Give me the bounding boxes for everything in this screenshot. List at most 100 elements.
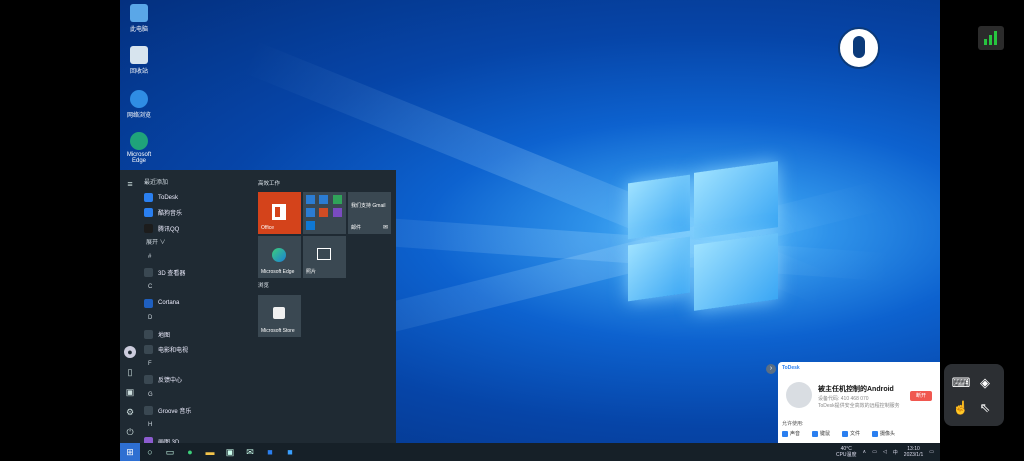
disconnect-button[interactable]: 断开 [910, 391, 932, 401]
mail-taskbar-icon[interactable]: ✉ [240, 443, 260, 461]
permission-item[interactable]: 摄像头 [872, 430, 895, 437]
clock[interactable]: 13:10 2023/1/1 [904, 446, 923, 458]
app-icon [144, 344, 153, 354]
edge-taskbar-icon[interactable]: ● [180, 443, 200, 461]
checkbox[interactable] [872, 430, 879, 437]
power-icon[interactable]: ⏻ [124, 426, 136, 438]
volume-icon[interactable]: ◁ [883, 449, 887, 455]
app-list: 最近添加 ToDesk 酷狗音乐腾讯QQ 展开 ∨ #3D 查看器 C Cortana… [144, 176, 254, 449]
pictures-icon[interactable]: ▣ [124, 386, 136, 398]
tile-label: Office [261, 225, 274, 231]
edge-tile[interactable]: Microsoft Edge [258, 236, 301, 278]
recent-app[interactable]: ToDesk [144, 190, 254, 205]
collapse-button[interactable]: › [766, 364, 776, 374]
store-taskbar-icon[interactable]: ▣ [220, 443, 240, 461]
gmail-tile[interactable]: 我们支持 Gmail 邮件 ✉ [348, 192, 391, 234]
ime-icon[interactable]: 中 [893, 449, 898, 456]
mouse-icon [853, 36, 865, 58]
keyboard-icon[interactable]: ⌨ [950, 372, 972, 394]
office-tile[interactable]: Office [258, 192, 301, 234]
kugou-icon[interactable]: ■ [260, 443, 280, 461]
signal-indicator[interactable] [978, 26, 1004, 50]
avatar [786, 382, 812, 408]
hamburger-icon[interactable]: ≡ [124, 178, 136, 190]
recycle-bin-icon[interactable]: 回收站 [122, 46, 156, 75]
tile-text: 我们支持 Gmail [351, 203, 386, 209]
settings-icon[interactable]: ⚙ [124, 406, 136, 418]
user-icon[interactable]: ● [124, 346, 136, 358]
document-icon[interactable]: ▯ [124, 366, 136, 378]
edge-icon[interactable]: Microsoft Edge [122, 132, 156, 164]
tile-group-title: 浏览 [258, 283, 270, 289]
app-list-item[interactable]: 3D 查看器 [144, 265, 254, 280]
permissions-label: 允许使用: [782, 421, 804, 427]
section-letter[interactable]: H [144, 418, 254, 433]
desktop-icon-label: Microsoft Edge [126, 152, 152, 164]
recent-app[interactable]: 酷狗音乐 [144, 205, 254, 220]
todesk-taskbar-icon[interactable]: ■ [280, 443, 300, 461]
app-list-item[interactable]: Cortana [144, 296, 254, 311]
app-list-item[interactable]: 地图 [144, 326, 254, 341]
permission-item[interactable]: 声音 [782, 430, 800, 437]
start-rail: ≡ ● ▯ ▣ ⚙ ⏻ [120, 170, 140, 443]
permission-item[interactable]: 键鼠 [812, 430, 830, 437]
checkbox[interactable] [812, 430, 819, 437]
chevron-up-icon[interactable]: ∧ [863, 449, 867, 455]
screen: 此电脑 回收站 网络浏览 Microsoft Edge ≡ ● ▯ ▣ ⚙ ⏻ … [0, 0, 1024, 461]
store-icon [273, 307, 285, 319]
permission-item[interactable]: 文件 [842, 430, 860, 437]
app-label: Groove 音乐 [158, 409, 192, 415]
system-tray: 40°C CPU温度 ∧ ▭ ◁ 中 13:10 2023/1/1 ▭ [836, 443, 934, 461]
app-list-item[interactable]: Groove 音乐 [144, 403, 254, 418]
app-icon [144, 298, 153, 308]
checkbox[interactable] [842, 430, 849, 437]
app-icon [144, 193, 153, 203]
checkbox[interactable] [782, 430, 788, 437]
app-icon [144, 329, 153, 339]
touch-mode-icon[interactable]: ☝ [950, 397, 972, 419]
expand-toggle[interactable]: 展开 ∨ [144, 236, 254, 250]
start-menu: ≡ ● ▯ ▣ ⚙ ⏻ 最近添加 ToDesk 酷狗音乐腾讯QQ 展开 ∨ #3D… [120, 170, 396, 446]
section-letter[interactable]: G [144, 388, 254, 403]
recent-title: 最近添加 [144, 180, 169, 186]
mouse-mode-button[interactable] [838, 27, 880, 69]
task-view-icon[interactable]: ▭ [160, 443, 180, 461]
tile-label: Microsoft Edge [261, 269, 295, 275]
desktop-icon-label: 此电脑 [129, 27, 148, 33]
app-list-item[interactable]: 电影和电视 [144, 342, 254, 357]
tile-label: Microsoft Store [261, 328, 295, 334]
click-pointer-icon[interactable]: ⇖ [974, 397, 996, 419]
cpu-temp[interactable]: 40°C CPU温度 [836, 446, 857, 458]
network-icon[interactable]: ▭ [872, 449, 877, 455]
photos-icon [317, 248, 331, 260]
ie-icon[interactable]: 网络浏览 [122, 90, 156, 119]
desktop-icon-label: 回收站 [129, 69, 148, 75]
device-desc: ToDesk提供安全高效的远程控制服务 [818, 403, 900, 409]
section-letter[interactable]: # [144, 250, 254, 265]
explorer-icon[interactable]: ▬ [200, 443, 220, 461]
start-button[interactable]: ⊞ [120, 443, 140, 461]
section-letter[interactable]: D [144, 311, 254, 326]
app-label: Cortana [158, 300, 180, 307]
notification-icon[interactable]: ▭ [929, 449, 934, 455]
layers-icon[interactable]: ◈ [974, 372, 996, 394]
photos-tile[interactable]: 照片 [303, 236, 346, 278]
store-tile[interactable]: Microsoft Store [258, 295, 301, 337]
search-icon[interactable]: ○ [140, 443, 160, 461]
permission-label: 文件 [850, 431, 861, 437]
app-list-item[interactable]: 反馈中心 [144, 372, 254, 387]
app-icon [144, 208, 153, 218]
permission-label: 键鼠 [820, 431, 831, 437]
section-letter[interactable]: F [144, 357, 254, 372]
app-icon [144, 375, 153, 385]
taskbar: ⊞ ○ ▭ ● ▬ ▣ ✉ ■ ■ 40°C CPU温度 ∧ ▭ ◁ 中 13:… [120, 443, 940, 461]
app-label: 3D 查看器 [158, 271, 186, 278]
recent-app[interactable]: 腾讯QQ [144, 221, 254, 236]
app-label: 酷狗音乐 [158, 211, 183, 218]
device-title: 被主任机控制的Android [818, 386, 894, 393]
app-folder-tile[interactable] [303, 192, 346, 234]
section-letter[interactable]: C [144, 280, 254, 295]
device-code: 设备代码: 410 468 070 [818, 396, 869, 402]
app-label: ToDesk [158, 194, 179, 201]
this-pc-icon[interactable]: 此电脑 [122, 4, 156, 33]
